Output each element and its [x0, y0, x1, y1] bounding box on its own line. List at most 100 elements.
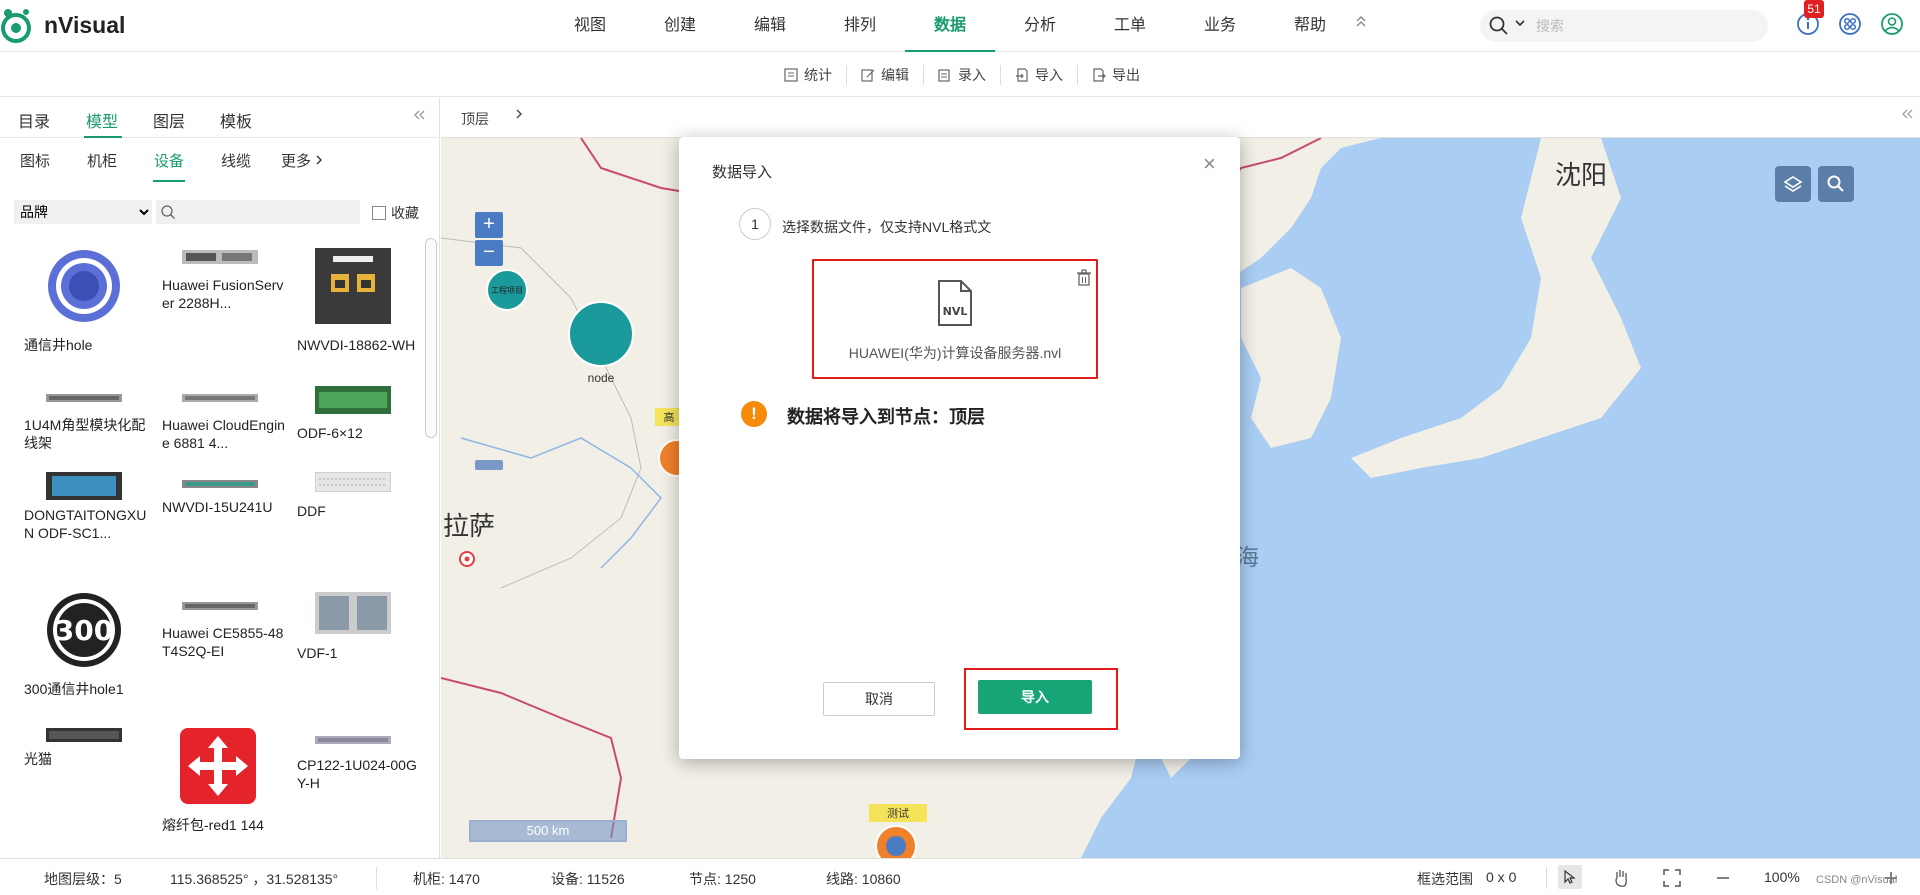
cancel-button[interactable]: 取消	[823, 682, 935, 716]
toolbar-statistics-label: 统计	[804, 67, 832, 83]
search-input[interactable]	[1536, 14, 1756, 38]
model-label: 300通信井hole1	[24, 681, 124, 697]
zoom-percentage: 100%	[1764, 869, 1800, 885]
zoom-slider-handle[interactable]	[475, 460, 503, 470]
site-marker[interactable]	[875, 825, 917, 858]
breadcrumb: 顶层	[441, 98, 1920, 138]
entry-icon	[938, 69, 950, 82]
rack-unit-icon	[182, 480, 258, 488]
menu-view[interactable]: 视图	[545, 0, 635, 52]
top-navbar: nVisual 视图 创建 编辑 排列 数据 分析 工单 业务 帮助 51	[0, 0, 1920, 52]
trash-icon[interactable]	[1076, 269, 1092, 287]
device-count: 设备: 11526	[551, 871, 625, 887]
file-drop-zone[interactable]: NVL HUAWEI(华为)计算设备服务器.nvl	[812, 259, 1098, 379]
select-tool-button[interactable]	[1558, 865, 1582, 889]
chevron-right-icon[interactable]	[515, 107, 523, 121]
zoom-out-button[interactable]: −	[475, 240, 503, 266]
model-label: NWVDI-15U241U	[162, 499, 273, 515]
hole-300-icon: 300	[47, 593, 121, 667]
search-icon[interactable]	[1488, 15, 1510, 37]
search-icon	[161, 205, 175, 219]
node-label: 工程项目	[491, 286, 523, 295]
tab-layer[interactable]: 图层	[153, 108, 185, 132]
model-label: Huawei CE5855-48T4S2Q-EI	[162, 625, 284, 659]
subtab-icons[interactable]: 图标	[20, 150, 50, 171]
model-list-scrollbar[interactable]	[425, 238, 437, 438]
tab-catalog[interactable]: 目录	[18, 108, 50, 132]
apps-icon[interactable]	[1838, 12, 1862, 36]
subtab-devices[interactable]: 设备	[154, 150, 184, 171]
model-search-input[interactable]	[180, 202, 356, 222]
map-scale-bar: 500 km	[469, 820, 627, 842]
toolbar-entry-button[interactable]: 录入	[924, 65, 1001, 85]
server-icon	[182, 250, 258, 264]
menu-edit[interactable]: 编辑	[725, 0, 815, 52]
menu-data[interactable]: 数据	[905, 0, 995, 52]
menu-analysis[interactable]: 分析	[995, 0, 1085, 52]
import-button[interactable]: 导入	[978, 680, 1092, 714]
toolbar-edit-button[interactable]: 编辑	[847, 65, 924, 85]
collapse-left-icon[interactable]	[412, 108, 426, 122]
toolbar-import-button[interactable]: 导入	[1001, 65, 1078, 85]
notification-badge[interactable]: 51	[1804, 0, 1824, 18]
nvisual-logo-icon	[1, 9, 31, 43]
chevron-down-icon[interactable]	[1514, 17, 1526, 29]
watermark: CSDN @nVisual	[1816, 874, 1898, 886]
selection-range-value: 0 x 0	[1486, 869, 1517, 885]
model-label: DDF	[297, 503, 326, 519]
panel-icon	[315, 248, 391, 324]
app-name: nVisual	[44, 12, 126, 38]
cursor-arrow-icon	[1564, 870, 1576, 884]
switch-icon	[182, 394, 258, 402]
edit-icon	[861, 69, 875, 82]
collapse-right-icon[interactable]	[1901, 108, 1913, 120]
divider	[376, 867, 377, 889]
zoom-out-icon[interactable]	[1712, 867, 1734, 889]
node-label: node	[588, 371, 615, 385]
map-node-project[interactable]: 工程项目	[486, 269, 528, 311]
map-search-button[interactable]	[1818, 166, 1854, 202]
fullscreen-icon[interactable]	[1661, 867, 1683, 889]
favorite-toggle[interactable]: 收藏	[372, 203, 419, 223]
subtab-cables[interactable]: 线缆	[221, 150, 251, 171]
layers-button[interactable]	[1775, 166, 1811, 202]
splice-icon	[180, 728, 256, 804]
model-category-tabs: 图标 机柜 设备 线缆 更多	[0, 138, 440, 182]
file-icon-text: NVL	[943, 305, 968, 318]
tag-label: 高	[664, 410, 675, 424]
city-marker[interactable]	[459, 551, 475, 567]
tab-model[interactable]: 模型	[86, 108, 118, 132]
global-search	[1480, 10, 1768, 42]
close-icon[interactable]: ×	[1203, 151, 1216, 177]
breadcrumb-item-top[interactable]: 顶层	[461, 109, 489, 129]
collapse-up-icon[interactable]	[1355, 14, 1367, 28]
step-number: 1	[739, 208, 771, 240]
import-icon	[1016, 68, 1028, 82]
menu-business[interactable]: 业务	[1175, 0, 1265, 52]
import-target-notice: 数据将导入到节点：顶层	[787, 407, 985, 427]
menu-workorder[interactable]: 工单	[1085, 0, 1175, 52]
model-label: CP122-1U024-00GY-H	[297, 757, 417, 791]
status-bar: 地图层级：5 115.368525° ，31.528135° 机柜: 1470 …	[0, 858, 1920, 895]
zoom-in-button[interactable]: +	[475, 212, 503, 238]
toolbar-statistics-button[interactable]: 统计	[770, 65, 847, 85]
subtab-cabinets[interactable]: 机柜	[87, 150, 117, 171]
model-label: NWVDI-18862-WH	[297, 337, 416, 353]
model-label: DONGTAITONGXUN ODF-SC1...	[24, 507, 147, 541]
ddf-icon	[315, 472, 391, 492]
map-tag[interactable]: 测试	[869, 804, 927, 822]
menu-create[interactable]: 创建	[635, 0, 725, 52]
subtab-more[interactable]: 更多	[281, 150, 323, 171]
toolbar-export-button[interactable]: 导出	[1078, 65, 1154, 85]
menu-arrange[interactable]: 排列	[815, 0, 905, 52]
favorite-checkbox[interactable]	[372, 206, 386, 220]
tab-template[interactable]: 模板	[220, 108, 252, 132]
menu-help[interactable]: 帮助	[1265, 0, 1355, 52]
model-label: 通信井hole	[24, 337, 93, 353]
model-label: VDF-1	[297, 645, 338, 661]
pan-hand-icon[interactable]	[1610, 867, 1632, 889]
model-label: 熔纤包-red1 144	[162, 817, 264, 833]
brand-select[interactable]: 品牌	[14, 200, 152, 224]
cursor-coordinates: 115.368525° ，31.528135°	[170, 871, 339, 887]
user-avatar-icon[interactable]	[1880, 12, 1904, 36]
